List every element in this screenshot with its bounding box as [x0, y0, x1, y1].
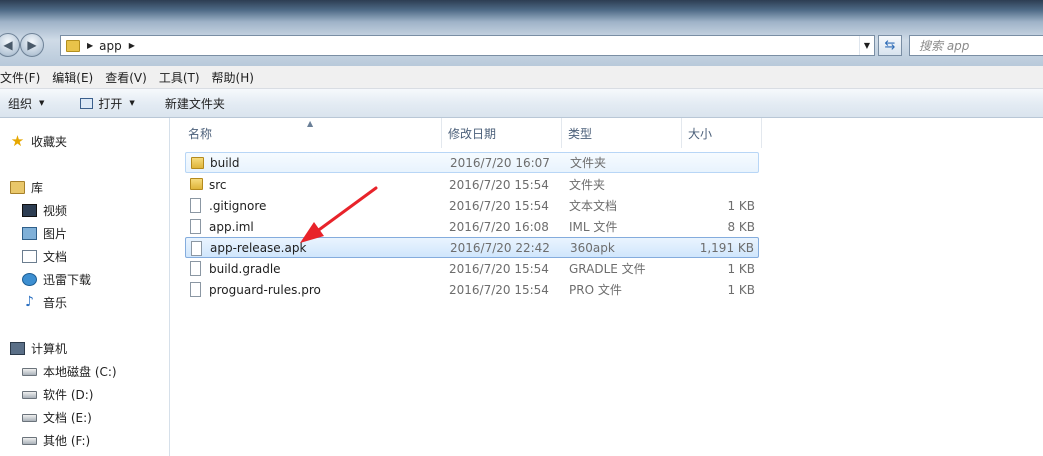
annotation-arrow	[300, 186, 378, 243]
annotation-arrow-shaft	[314, 186, 378, 234]
annotation-arrow-head	[300, 222, 324, 243]
